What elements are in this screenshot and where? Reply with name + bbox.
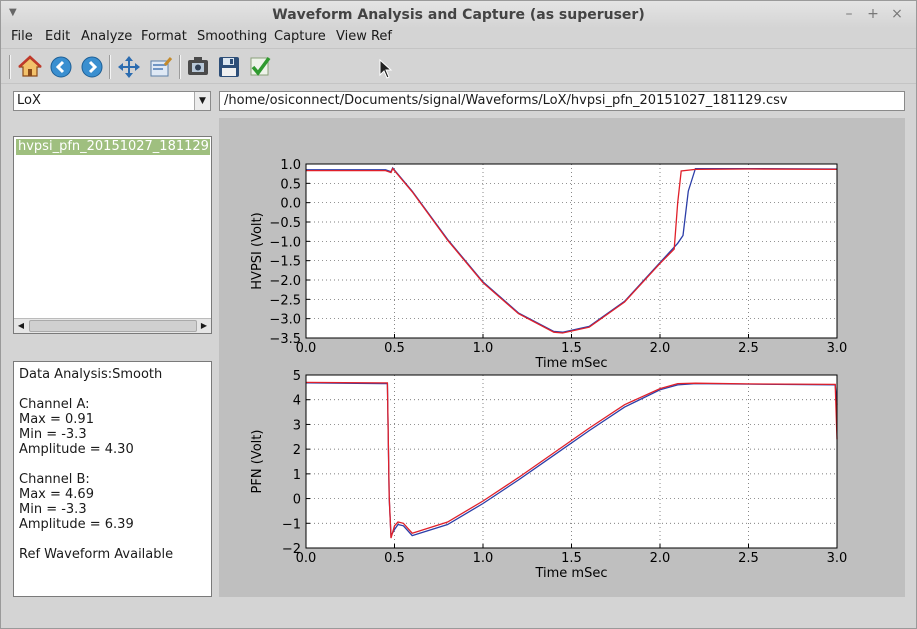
x-tick-label: 2.5 bbox=[738, 341, 759, 356]
y-tick-label: −0.5 bbox=[269, 216, 301, 231]
y-tick-label: −1.5 bbox=[269, 255, 301, 270]
waveform-plots: 0.0 0.5 1.0 1.5 2.0 2.5 3.01.00.50.0−0.5−1.0−1… bbox=[250, 158, 848, 581]
y-tick-label: 1.0 bbox=[280, 158, 301, 173]
x-tick-label: 1.0 bbox=[473, 341, 494, 356]
maximize-button[interactable]: + bbox=[865, 6, 881, 22]
menu-analyze[interactable]: Analyze bbox=[81, 29, 132, 44]
apply-check-icon[interactable] bbox=[246, 53, 274, 81]
y-tick-label: 0.5 bbox=[280, 177, 301, 192]
y-tick-label: −2.5 bbox=[269, 293, 301, 308]
y-axis-label: HVPSI (Volt) bbox=[250, 212, 265, 289]
analysis-line: Ref Waveform Available bbox=[19, 547, 174, 562]
menu-edit[interactable]: Edit bbox=[45, 29, 70, 44]
x-tick-label: 2.5 bbox=[738, 551, 759, 566]
y-tick-label: −1 bbox=[282, 517, 301, 532]
minimize-button[interactable]: – bbox=[841, 6, 857, 22]
menu-capture[interactable]: Capture bbox=[274, 29, 326, 44]
source-dropdown-value: LoX bbox=[17, 93, 41, 108]
analysis-panel: Data Analysis:Smooth Channel A: Max = 0.9… bbox=[13, 361, 212, 597]
x-tick-label: 0.5 bbox=[384, 551, 405, 566]
toolbar-grip bbox=[9, 55, 11, 79]
plot-area bbox=[306, 164, 837, 338]
x-tick-label: 2.0 bbox=[650, 341, 671, 356]
mouse-pointer-icon bbox=[379, 59, 393, 79]
x-axis-label: Time mSec bbox=[534, 566, 607, 581]
save-icon[interactable] bbox=[215, 53, 243, 81]
scroll-right-icon[interactable]: ▶ bbox=[197, 319, 211, 333]
back-icon[interactable] bbox=[47, 53, 75, 81]
analysis-blank-line bbox=[19, 382, 206, 397]
scroll-left-icon[interactable]: ◀ bbox=[14, 319, 28, 333]
analysis-blank-line bbox=[19, 457, 206, 472]
home-icon[interactable] bbox=[16, 53, 44, 81]
analysis-line: Channel A: bbox=[19, 397, 90, 412]
source-dropdown[interactable]: LoX ▼ bbox=[13, 91, 211, 111]
y-tick-label: 0 bbox=[293, 493, 301, 508]
plot-panel: 0.0 0.5 1.0 1.5 2.0 2.5 3.0 1.0 0.5 0.0 −0.5 −1.0 −1… bbox=[219, 118, 905, 597]
horizontal-scrollbar[interactable]: ◀ ▶ bbox=[14, 318, 211, 333]
analysis-line: Data Analysis:Smooth bbox=[19, 367, 163, 382]
analysis-line: Amplitude = 4.30 bbox=[19, 442, 134, 457]
x-tick-label: 0.5 bbox=[384, 341, 405, 356]
menu-format[interactable]: Format bbox=[141, 29, 187, 44]
app-window: ▼ Waveform Analysis and Capture (as supe… bbox=[0, 0, 917, 629]
y-tick-label: 2 bbox=[293, 443, 301, 458]
analysis-blank-line bbox=[19, 532, 206, 547]
analysis-line: Max = 0.91 bbox=[19, 412, 94, 427]
analysis-line: Min = -3.3 bbox=[19, 427, 87, 442]
x-tick-label: 3.0 bbox=[827, 551, 848, 566]
analysis-line: Max = 4.69 bbox=[19, 487, 94, 502]
menu-bar: File Edit Analyze Format Smoothing Captu… bbox=[1, 28, 916, 48]
x-tick-label: 1.5 bbox=[561, 551, 582, 566]
menu-smoothing[interactable]: Smoothing bbox=[197, 29, 267, 44]
y-axis-label: PFN (Volt) bbox=[250, 430, 265, 494]
title-bar: ▼ Waveform Analysis and Capture (as supe… bbox=[1, 1, 916, 28]
y-tick-label: 3 bbox=[293, 418, 301, 433]
y-tick-label: −3.0 bbox=[269, 313, 301, 328]
pan-icon[interactable] bbox=[115, 53, 143, 81]
analysis-line: Amplitude = 6.39 bbox=[19, 517, 134, 532]
x-tick-label: 2.0 bbox=[650, 551, 671, 566]
menu-file[interactable]: File bbox=[11, 29, 33, 44]
window-title: Waveform Analysis and Capture (as superu… bbox=[272, 7, 645, 23]
file-path-field[interactable]: /home/osiconnect/Documents/signal/Wavefo… bbox=[219, 91, 905, 111]
x-axis-label: Time mSec bbox=[534, 356, 607, 371]
y-tick-label: −2 bbox=[282, 542, 301, 557]
chevron-down-icon[interactable]: ▼ bbox=[194, 92, 210, 110]
y-tick-label: −2.0 bbox=[269, 274, 301, 289]
file-list-item[interactable]: hvpsi_pfn_20151027_181129.csv bbox=[16, 139, 210, 155]
toolbar-separator bbox=[179, 55, 181, 79]
file-list[interactable]: hvpsi_pfn_20151027_181129.csv ◀ ▶ bbox=[13, 136, 212, 334]
toolbar-separator bbox=[109, 55, 111, 79]
y-tick-label: 0.0 bbox=[280, 197, 301, 212]
y-tick-label: −1.0 bbox=[269, 235, 301, 250]
menu-view-ref[interactable]: View Ref bbox=[336, 29, 392, 44]
analysis-line: Channel B: bbox=[19, 472, 90, 487]
y-tick-label: 5 bbox=[293, 369, 301, 384]
toolbar bbox=[1, 48, 916, 84]
configure-icon[interactable] bbox=[147, 53, 175, 81]
close-button[interactable]: × bbox=[889, 6, 905, 22]
analysis-line: Min = -3.3 bbox=[19, 502, 87, 517]
x-tick-label: 1.0 bbox=[473, 551, 494, 566]
x-tick-label: 1.5 bbox=[561, 341, 582, 356]
y-tick-label: −3.5 bbox=[269, 332, 301, 347]
plot-area bbox=[306, 375, 837, 548]
y-tick-label: 4 bbox=[293, 394, 301, 409]
x-tick-label: 3.0 bbox=[827, 341, 848, 356]
scrollbar-thumb[interactable] bbox=[29, 320, 197, 332]
capture-icon[interactable] bbox=[184, 53, 212, 81]
forward-icon[interactable] bbox=[78, 53, 106, 81]
y-tick-label: 1 bbox=[293, 468, 301, 483]
